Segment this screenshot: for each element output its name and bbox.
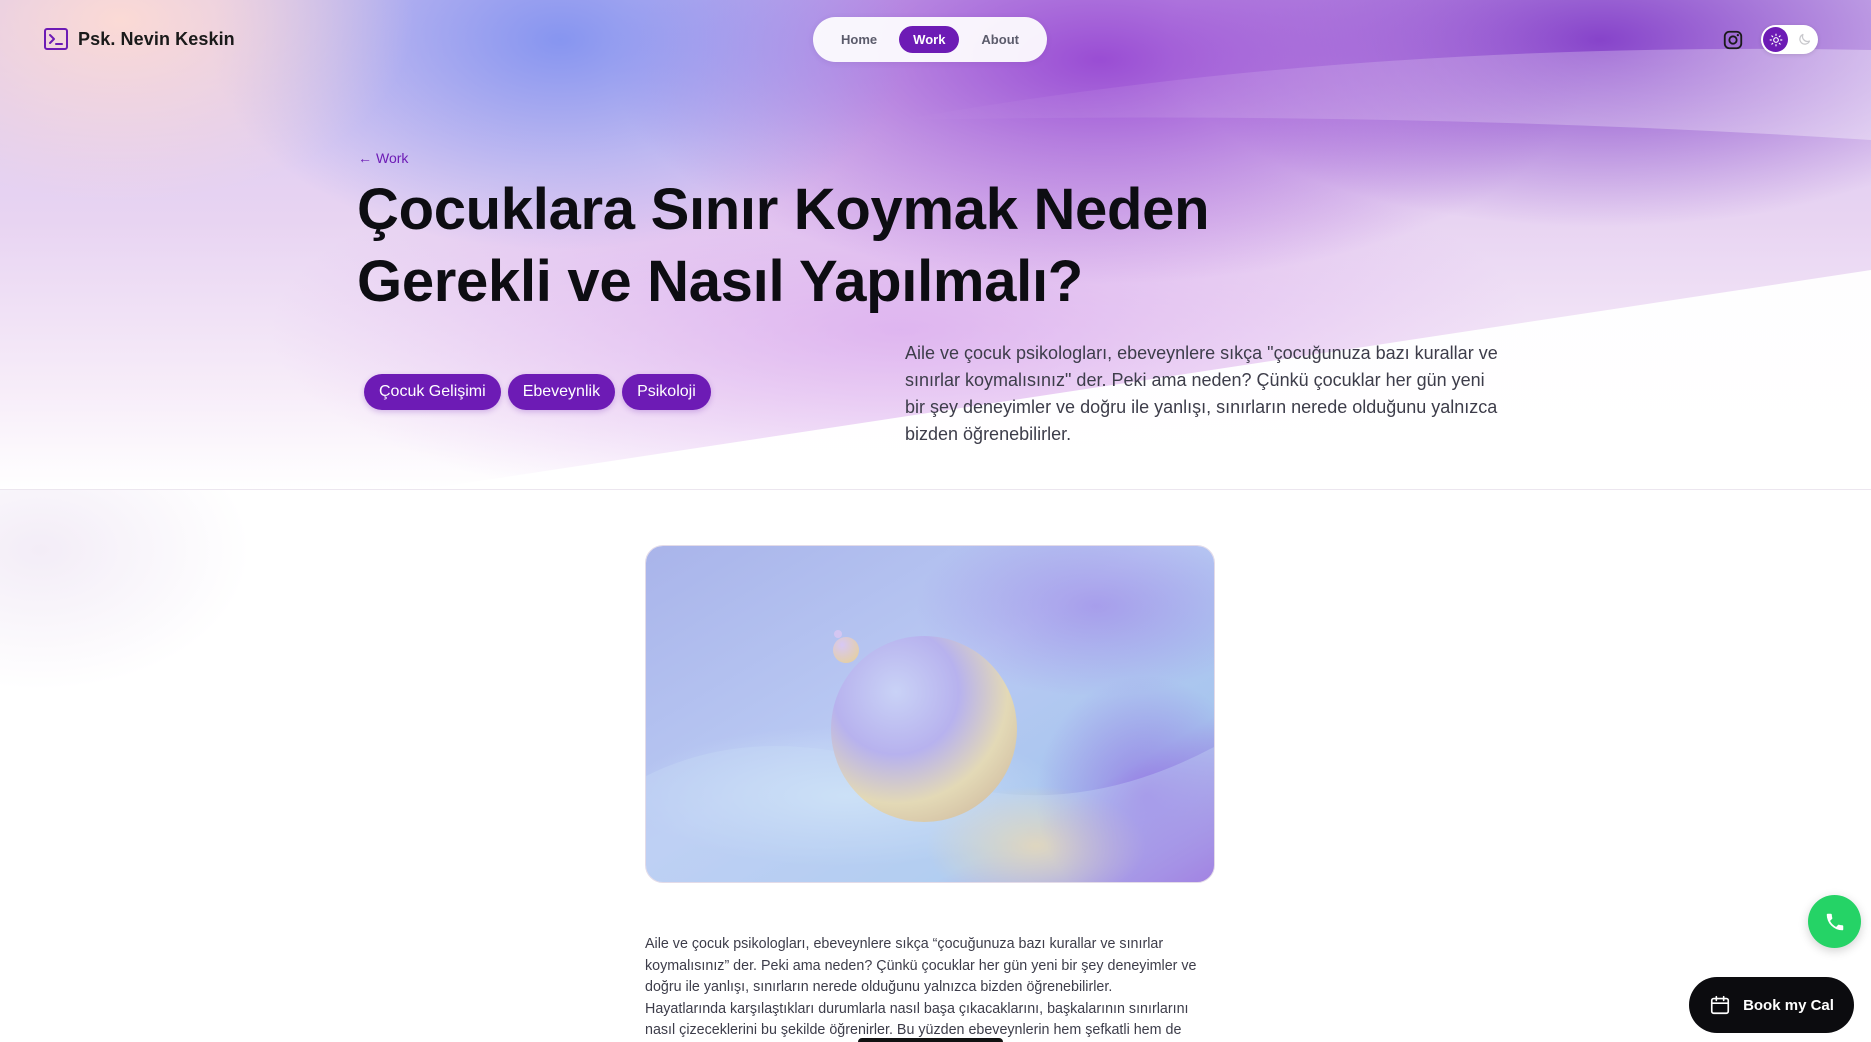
- brand-link[interactable]: Psk. Nevin Keskin: [44, 28, 235, 50]
- tag-cocuk-gelisimi[interactable]: Çocuk Gelişimi: [364, 374, 501, 410]
- article-line: doğru ile yanlışı, sınırların nerede old…: [645, 979, 1113, 996]
- arrow-left-icon: ←: [358, 150, 372, 166]
- tag-list: Çocuk Gelişimi Ebeveynlik Psikoloji: [364, 374, 711, 410]
- terminal-icon: [44, 28, 68, 50]
- calendar-icon: [1710, 995, 1730, 1015]
- call-button[interactable]: [1808, 895, 1861, 948]
- tag-psikoloji[interactable]: Psikoloji: [622, 374, 711, 410]
- title-line-2: Gerekli ve Nasıl Yapılmalı?: [357, 249, 1083, 314]
- article-line: Aile ve çocuk psikologları, ebeveynlere …: [645, 936, 1164, 952]
- book-call-button[interactable]: Book my Cal: [1689, 977, 1854, 1033]
- theme-toggle[interactable]: [1761, 25, 1818, 54]
- article-cover-image: [645, 545, 1215, 883]
- page-title: Çocuklara Sınır Koymak Neden Gerekli ve …: [357, 174, 1357, 318]
- phone-icon: [1826, 913, 1843, 930]
- nav-about[interactable]: About: [967, 26, 1033, 53]
- floating-pill[interactable]: [858, 1038, 1003, 1042]
- article-line: Hayatlarında karşılaştıkları durumlarla …: [645, 1000, 1189, 1017]
- title-line-1: Çocuklara Sınır Koymak Neden: [357, 177, 1210, 242]
- nav-home[interactable]: Home: [827, 26, 891, 53]
- tag-ebeveynlik[interactable]: Ebeveynlik: [507, 374, 616, 410]
- instagram-icon[interactable]: [1722, 29, 1744, 51]
- intro-paragraph: Aile ve çocuk psikologları, ebeveynlere …: [905, 343, 1498, 444]
- article-body: Aile ve çocuk psikologları, ebeveynlere …: [645, 934, 1220, 1042]
- article-line: koymalısınız” der. Peki ama neden? Çünkü…: [645, 957, 1197, 974]
- main-nav: Home Work About: [813, 17, 1047, 62]
- sun-icon: [1769, 33, 1782, 46]
- toggle-knob: [1763, 27, 1788, 52]
- brand-name: Psk. Nevin Keskin: [78, 28, 235, 49]
- back-link-label: Work: [376, 150, 409, 166]
- moon-icon: [1799, 33, 1811, 45]
- nav-work[interactable]: Work: [899, 26, 960, 53]
- back-to-work-link[interactable]: ← Work: [358, 150, 408, 166]
- book-call-label: Book my Cal: [1743, 996, 1834, 1014]
